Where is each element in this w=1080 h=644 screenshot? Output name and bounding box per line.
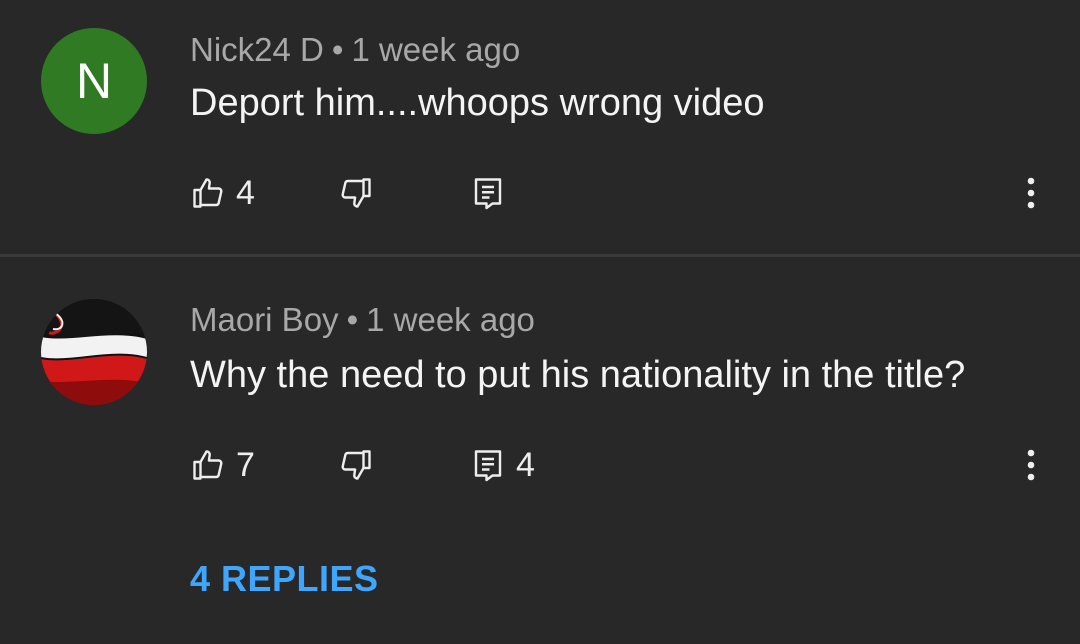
- reply-icon: [470, 447, 506, 483]
- avatar[interactable]: [41, 299, 147, 405]
- comment-time: 1 week ago: [366, 301, 535, 338]
- like-button[interactable]: 4: [190, 168, 255, 218]
- like-count: 7: [236, 445, 255, 484]
- more-options-button[interactable]: [1016, 440, 1046, 490]
- thumbs-down-icon: [338, 175, 374, 211]
- dislike-button[interactable]: [338, 440, 374, 490]
- thumbs-down-icon: [338, 447, 374, 483]
- comment-actions: 4: [0, 168, 1080, 218]
- meta-separator: •: [346, 301, 359, 338]
- avatar-letter: N: [75, 53, 113, 109]
- comment-item: Maori Boy • 1 week ago Why the need to put…: [0, 258, 1080, 644]
- comment-actions: 7 4: [0, 440, 1080, 490]
- comment-meta: Nick24 D • 1 week ago: [190, 31, 520, 69]
- comment-text: Why the need to put his nationality in t…: [190, 354, 966, 396]
- meta-separator: •: [331, 31, 344, 68]
- flag-avatar-image: [41, 299, 147, 405]
- comment-meta: Maori Boy • 1 week ago: [190, 301, 535, 339]
- more-options-button[interactable]: [1016, 168, 1046, 218]
- more-vert-icon: [1026, 175, 1036, 211]
- author-name[interactable]: Maori Boy: [190, 301, 339, 338]
- comment-text: Deport him....whoops wrong video: [190, 82, 765, 124]
- avatar[interactable]: N: [41, 28, 147, 134]
- reply-button[interactable]: 4: [470, 440, 535, 490]
- comment-time: 1 week ago: [351, 31, 521, 68]
- like-button[interactable]: 7: [190, 440, 255, 490]
- dislike-button[interactable]: [338, 168, 374, 218]
- author-name[interactable]: Nick24 D: [190, 31, 324, 68]
- reply-button[interactable]: [470, 168, 516, 218]
- thumbs-up-icon: [190, 447, 226, 483]
- reply-count: 4: [516, 445, 535, 484]
- more-vert-icon: [1026, 447, 1036, 483]
- like-count: 4: [236, 173, 255, 212]
- comment-item: N Nick24 D • 1 week ago Deport him....whoo…: [0, 0, 1080, 255]
- reply-icon: [470, 175, 506, 211]
- thumbs-up-icon: [190, 175, 226, 211]
- view-replies-link[interactable]: 4 REPLIES: [190, 558, 379, 600]
